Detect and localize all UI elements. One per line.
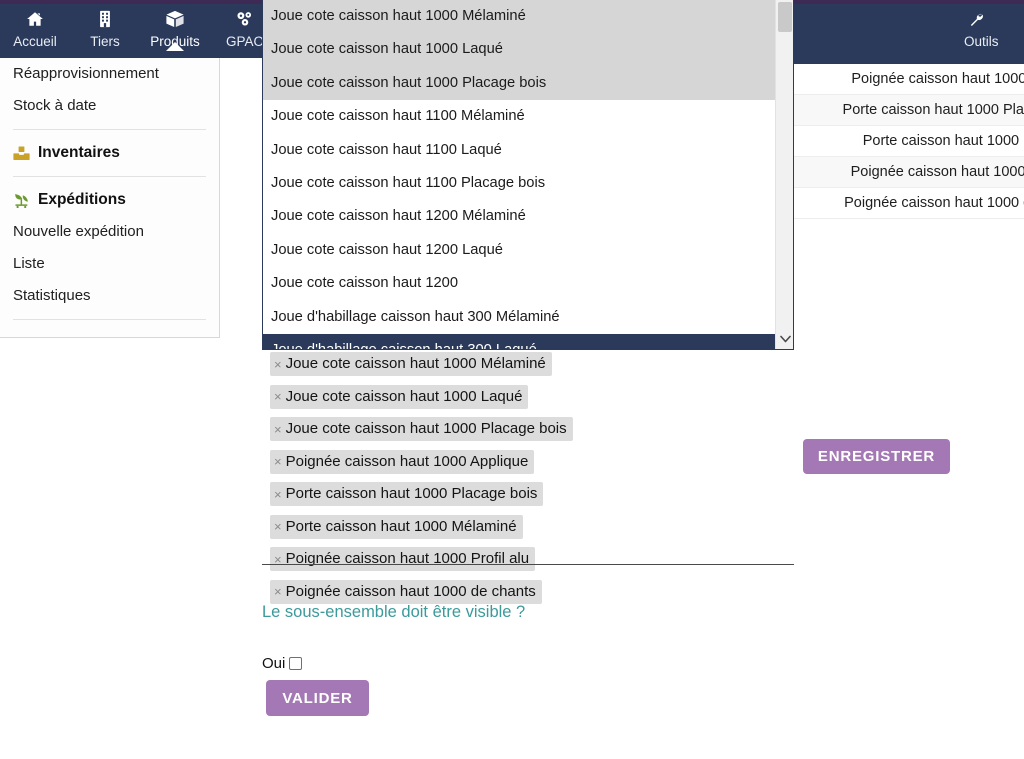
chip-row: × Porte caisson haut 1000 Placage bois: [262, 482, 794, 515]
nav-item-tiers[interactable]: Tiers: [70, 4, 140, 50]
selected-chip: × Porte caisson haut 1000 Mélaminé: [270, 514, 523, 539]
chip-label: Joue cote caisson haut 1000 Mélaminé: [285, 355, 546, 372]
table-row: Porte caisson haut 1000 Mélaminé: [794, 126, 1024, 157]
nav-item-outils[interactable]: Outils: [960, 4, 1024, 50]
selected-chip: × Joue cote caisson haut 1000 Placage boi…: [270, 417, 573, 441]
listbox-option[interactable]: Joue cote caisson haut 1200 Laqué: [263, 233, 775, 268]
table-body: Poignée caisson haut 1000 AppliquePorte …: [794, 64, 1024, 219]
table-row: Poignée caisson haut 1000 Applique: [794, 64, 1024, 95]
chip-label: Joue cote caisson haut 1000 Laqué: [285, 387, 523, 405]
listbox-option[interactable]: Joue cote caisson haut 1100 Placage bois: [263, 166, 775, 201]
listbox-option[interactable]: Joue cote caisson haut 1000 Laqué: [263, 33, 775, 67]
wrench-icon: [968, 11, 985, 28]
sidebar-section-inventaires[interactable]: Inventaires: [0, 137, 219, 169]
listbox-scrollbar[interactable]: [775, 0, 793, 349]
table-row: Poignée caisson haut 1000 de chants: [794, 188, 1024, 219]
sidebar-divider-bottom: [13, 319, 206, 320]
chip-label: Poignée caisson haut 1000 Profil alu: [285, 550, 530, 567]
building-icon-wrap: [98, 9, 112, 29]
boxes-icon-wrap: [13, 145, 30, 161]
listbox-option[interactable]: Joue d'habillage caisson haut 300 Mélami…: [263, 300, 775, 334]
listbox-option[interactable]: Joue cote caisson haut 1200 Mélaminé: [263, 200, 775, 234]
oui-checkbox[interactable]: [289, 657, 303, 670]
shipping-icon: [13, 193, 30, 208]
gears-icon-wrap: [235, 9, 255, 29]
product-listbox[interactable]: Joue cote caisson haut 1000 Mélaminé Joue…: [262, 0, 794, 350]
gears-icon: [235, 10, 255, 28]
produits-dropdown-panel: Réapprovisionnement Stock à date Inventai…: [0, 58, 220, 338]
selected-chip: × Joue cote caisson haut 1000 Laqué: [270, 384, 529, 409]
listbox-option[interactable]: Joue cote caisson haut 1100 Laqué: [263, 133, 775, 167]
listbox-option[interactable]: Joue cote caisson haut 1200: [263, 267, 775, 301]
chip-remove-icon[interactable]: ×: [274, 358, 282, 371]
selected-chip: × Poignée caisson haut 1000 Applique: [270, 449, 535, 474]
home-icon-wrap: [26, 9, 44, 29]
chip-remove-icon[interactable]: ×: [274, 390, 282, 403]
boxes-icon: [13, 146, 30, 161]
chip-label: Poignée caisson haut 1000 de chants: [285, 582, 536, 600]
chip-row: × Poignée caisson haut 1000 Applique: [262, 449, 794, 483]
chip-remove-icon[interactable]: ×: [274, 488, 282, 501]
selected-chip: × Porte caisson haut 1000 Placage bois: [270, 482, 544, 506]
scrollbar-thumb[interactable]: [778, 2, 792, 32]
selected-chip: × Poignée caisson haut 1000 Profil alu: [270, 547, 536, 571]
oui-checkbox-row: Oui: [262, 655, 303, 672]
enregistrer-button[interactable]: ENREGISTRER: [803, 439, 950, 474]
box-icon-wrap: [165, 9, 185, 29]
sidebar-link[interactable]: Stock à date: [0, 90, 219, 122]
nav-item-produits[interactable]: Produits: [140, 4, 210, 50]
listbox-option[interactable]: Joue cote caisson haut 1000 Mélaminé: [263, 0, 775, 34]
nav-item-accueil[interactable]: Accueil: [0, 4, 70, 50]
building-icon: [98, 10, 112, 28]
selected-chip: × Joue cote caisson haut 1000 Mélaminé: [270, 352, 552, 376]
chip-label: Porte caisson haut 1000 Placage bois: [285, 485, 538, 502]
listbox-option[interactable]: Joue cote caisson haut 1100 Mélaminé: [263, 100, 775, 134]
chip-label: Joue cote caisson haut 1000 Placage bois: [285, 420, 567, 437]
shipping-icon-wrap: [13, 192, 30, 208]
table-row: Poignée caisson haut 1000 Profil alu: [794, 157, 1024, 188]
nav-item-label: Outils: [964, 34, 999, 49]
chip-row: × Joue cote caisson haut 1000 Placage boi…: [262, 417, 794, 450]
box-icon: [165, 10, 185, 28]
chip-label: Poignée caisson haut 1000 Applique: [285, 452, 529, 470]
visibility-question-label: Le sous-ensemble doit être visible ?: [262, 603, 526, 621]
chip-row: × Joue cote caisson haut 1000 Mélaminé: [262, 352, 794, 385]
wrench-icon-wrap: [964, 9, 1024, 29]
nav-item-label: Accueil: [13, 34, 57, 49]
sidebar-link[interactable]: Réapprovisionnement: [0, 58, 219, 90]
sidebar-sections: Inventaires Expéditions Nouvelle expéditi…: [0, 137, 219, 312]
chip-label: Porte caisson haut 1000 Mélaminé: [285, 517, 517, 535]
sidebar-top-links: Réapprovisionnement Stock à date: [0, 58, 219, 122]
sidebar-section-label: Inventaires: [38, 144, 120, 161]
scroll-down-arrow-icon[interactable]: [776, 329, 793, 349]
selected-chip: × Poignée caisson haut 1000 de chants: [270, 579, 542, 604]
sidebar-link[interactable]: Liste: [0, 248, 219, 280]
chip-remove-icon[interactable]: ×: [274, 423, 282, 436]
table-row: Porte caisson haut 1000 Placage bois: [794, 95, 1024, 126]
valider-button[interactable]: VALIDER: [266, 680, 369, 716]
components-table: Poignée caisson haut 1000 AppliquePorte …: [794, 58, 1024, 219]
sidebar-link[interactable]: Nouvelle expédition: [0, 216, 219, 248]
oui-label: Oui: [262, 655, 286, 672]
nav-item-label: Produits: [150, 34, 200, 49]
sidebar-divider: [13, 129, 206, 130]
chip-remove-icon[interactable]: ×: [274, 585, 282, 598]
chips-divider: [262, 564, 794, 565]
listbox-options[interactable]: Joue cote caisson haut 1000 Mélaminé Joue…: [263, 0, 775, 349]
sidebar-divider: [13, 176, 206, 177]
chip-remove-icon[interactable]: ×: [274, 455, 282, 468]
chip-row: × Joue cote caisson haut 1000 Laqué: [262, 384, 794, 418]
sidebar-link[interactable]: Statistiques: [0, 280, 219, 312]
sidebar-section-expéditions[interactable]: Expéditions: [0, 184, 219, 216]
chip-remove-icon[interactable]: ×: [274, 520, 282, 533]
nav-item-label: Tiers: [90, 34, 120, 49]
sidebar-section-label: Expéditions: [38, 191, 126, 208]
app-root: Accueil Tiers Produits GPAO Outils Réapp…: [0, 0, 1024, 759]
listbox-option[interactable]: Joue cote caisson haut 1000 Placage bois: [263, 66, 775, 101]
listbox-option[interactable]: Joue d'habillage caisson haut 300 Laqué: [263, 333, 775, 349]
chip-row: × Porte caisson haut 1000 Mélaminé: [262, 514, 794, 548]
nav-item-label: GPAO: [225, 34, 264, 49]
selected-chips-list: × Joue cote caisson haut 1000 Mélaminé × Jo…: [262, 352, 794, 612]
home-icon: [26, 10, 44, 28]
